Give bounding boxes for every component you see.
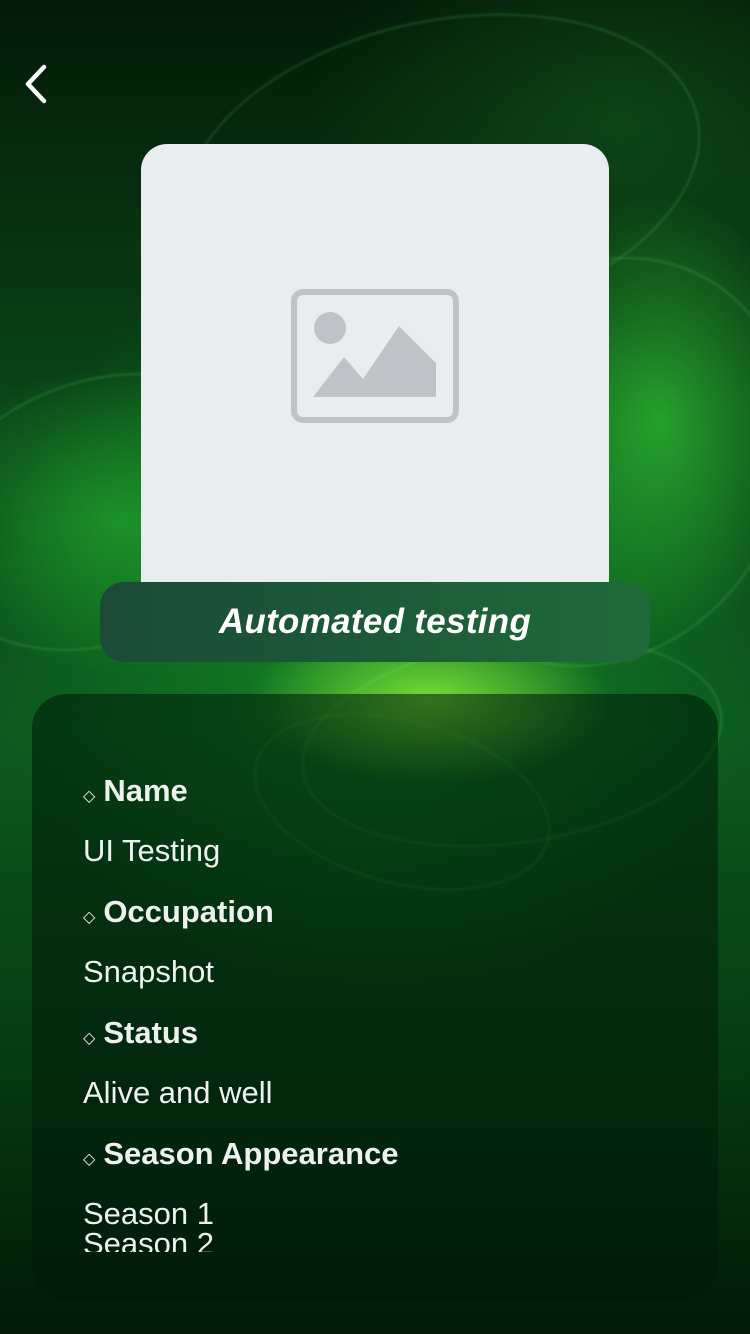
field-value-status: Alive and well [83, 1075, 273, 1110]
field-label-text: Name [103, 773, 188, 808]
diamond-bullet-icon: ◇ [83, 1151, 96, 1168]
field-label-status: ◇ Status [83, 1012, 688, 1054]
diamond-bullet-icon: ◇ [83, 788, 96, 805]
details-panel[interactable]: ◇ Name UI Testing ◇ Occupation Snapshot … [32, 694, 718, 1300]
field-label-season-appearance: ◇ Season Appearance [83, 1133, 688, 1175]
season-item: Season 2 [83, 1226, 214, 1252]
chevron-left-icon [25, 64, 47, 104]
character-image [141, 144, 609, 590]
field-label-occupation: ◇ Occupation [83, 891, 688, 933]
field-label-name: ◇ Name [83, 770, 688, 812]
details-scroll-area[interactable]: ◇ Name UI Testing ◇ Occupation Snapshot … [83, 770, 688, 1252]
field-value-name: UI Testing [83, 833, 221, 868]
character-name-banner: Automated testing [100, 582, 650, 662]
diamond-bullet-icon: ◇ [83, 1030, 96, 1047]
field-value-occupation: Snapshot [83, 954, 214, 989]
back-button[interactable] [12, 60, 60, 108]
image-placeholder-icon [291, 289, 459, 423]
field-label-text: Season Appearance [103, 1136, 399, 1171]
field-label-text: Occupation [103, 894, 274, 929]
season-item: Season 1 [83, 1196, 214, 1231]
season-list: Season 1 Season 2 [83, 1193, 688, 1252]
field-label-text: Status [103, 1015, 199, 1050]
diamond-bullet-icon: ◇ [83, 909, 96, 926]
